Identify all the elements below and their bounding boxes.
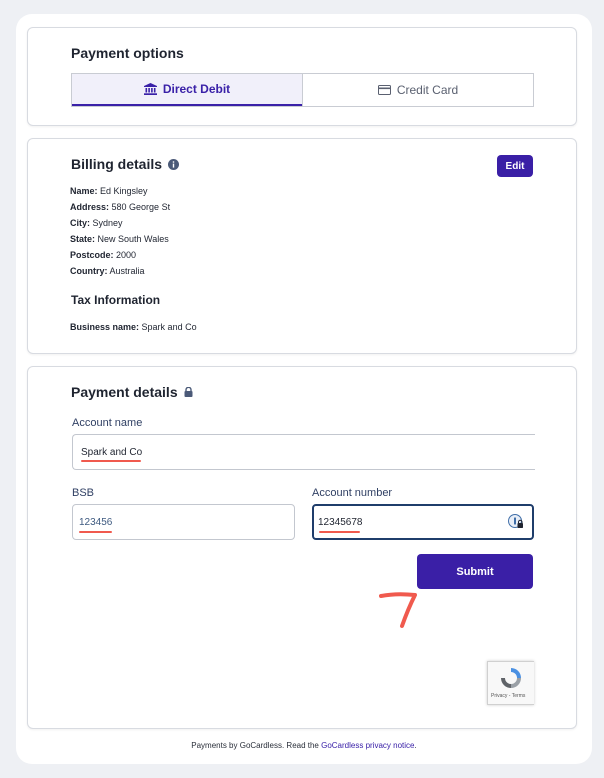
bank-icon	[143, 83, 157, 95]
billing-state: State: New South Wales	[70, 234, 169, 244]
business-name: Business name: Spark and Co	[70, 322, 197, 332]
account-number-field	[312, 504, 534, 540]
bsb-label: BSB	[72, 487, 95, 499]
lock-icon	[184, 387, 193, 397]
recaptcha-icon	[501, 668, 521, 688]
footer-text: Payments by GoCardless. Read the	[191, 741, 322, 750]
edit-billing-button[interactable]: Edit	[497, 155, 533, 177]
payment-details-card: Payment details Account name BSB Account…	[27, 366, 577, 729]
annotation-underline	[79, 531, 112, 533]
payment-method-tabs: Direct Debit Credit Card	[71, 73, 534, 107]
tab-direct-debit[interactable]: Direct Debit	[72, 74, 302, 106]
bsb-field	[72, 504, 295, 540]
billing-details-card: Billing details Edit Name: Ed Kingsley A…	[27, 138, 577, 354]
recaptcha-terms[interactable]: Privacy - Terms	[491, 693, 525, 699]
account-name-label: Account name	[72, 417, 143, 429]
tax-information-title: Tax Information	[71, 293, 161, 307]
tab-credit-card[interactable]: Credit Card	[302, 74, 533, 106]
bsb-input[interactable]	[79, 505, 279, 539]
payment-page: Payment options Direct Debit Credit Card…	[16, 14, 592, 764]
annotation-underline	[319, 531, 360, 533]
annotation-arrow	[379, 592, 417, 628]
footer-suffix: .	[414, 741, 417, 750]
payment-details-title-text: Payment details	[71, 384, 178, 400]
annotation-underline	[81, 460, 141, 462]
payment-details-title: Payment details	[71, 384, 193, 400]
tab-credit-card-label: Credit Card	[396, 83, 459, 97]
recaptcha-badge[interactable]: Privacy - Terms	[487, 661, 534, 705]
billing-title: Billing details	[71, 156, 180, 172]
billing-address: Address: 580 George St	[70, 202, 171, 212]
account-name-input[interactable]	[81, 435, 521, 469]
footer: Payments by GoCardless. Read the GoCardl…	[16, 741, 592, 750]
password-manager-icon[interactable]	[508, 514, 524, 530]
billing-name: Name: Ed Kingsley	[70, 186, 148, 196]
credit-card-icon	[377, 85, 391, 95]
billing-city: City: Sydney	[70, 218, 123, 228]
payment-options-title: Payment options	[71, 45, 184, 61]
payment-options-card: Payment options Direct Debit Credit Card	[27, 27, 577, 126]
privacy-notice-link[interactable]: GoCardless privacy notice	[321, 741, 414, 750]
billing-postcode: Postcode: 2000	[70, 250, 137, 260]
billing-title-text: Billing details	[71, 156, 163, 172]
submit-button[interactable]: Submit	[417, 554, 533, 589]
billing-country: Country: Australia	[70, 266, 145, 276]
info-icon[interactable]	[168, 158, 180, 170]
account-number-label: Account number	[312, 487, 393, 499]
tab-direct-debit-label: Direct Debit	[162, 82, 231, 96]
account-number-input[interactable]	[318, 506, 498, 538]
account-name-field	[72, 434, 535, 470]
